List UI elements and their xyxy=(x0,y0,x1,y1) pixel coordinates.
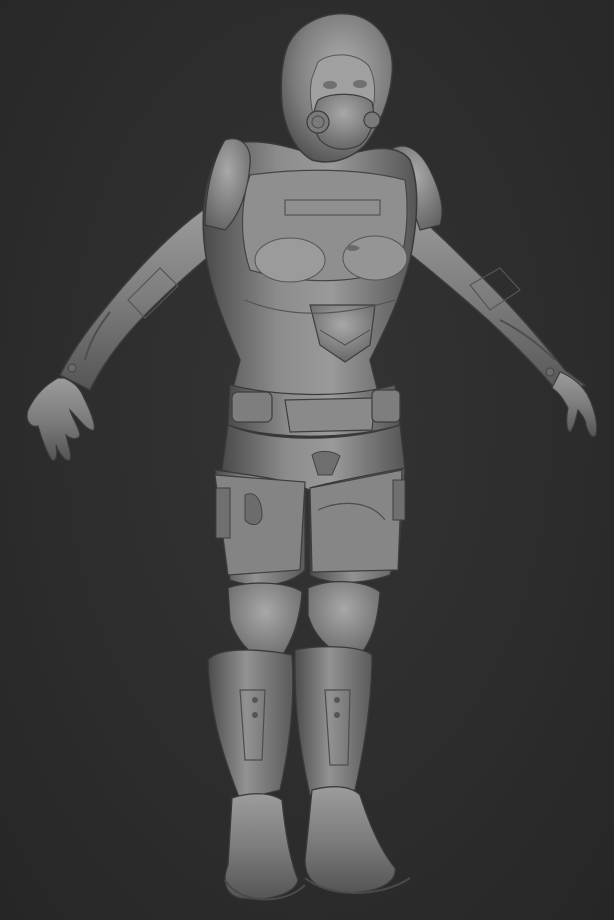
character-sculpt xyxy=(26,13,598,901)
torso xyxy=(202,138,418,401)
right-arm xyxy=(389,145,598,438)
left-leg xyxy=(207,469,306,901)
render-viewport xyxy=(0,0,614,920)
head-hood xyxy=(280,13,394,163)
right-leg xyxy=(294,467,411,894)
